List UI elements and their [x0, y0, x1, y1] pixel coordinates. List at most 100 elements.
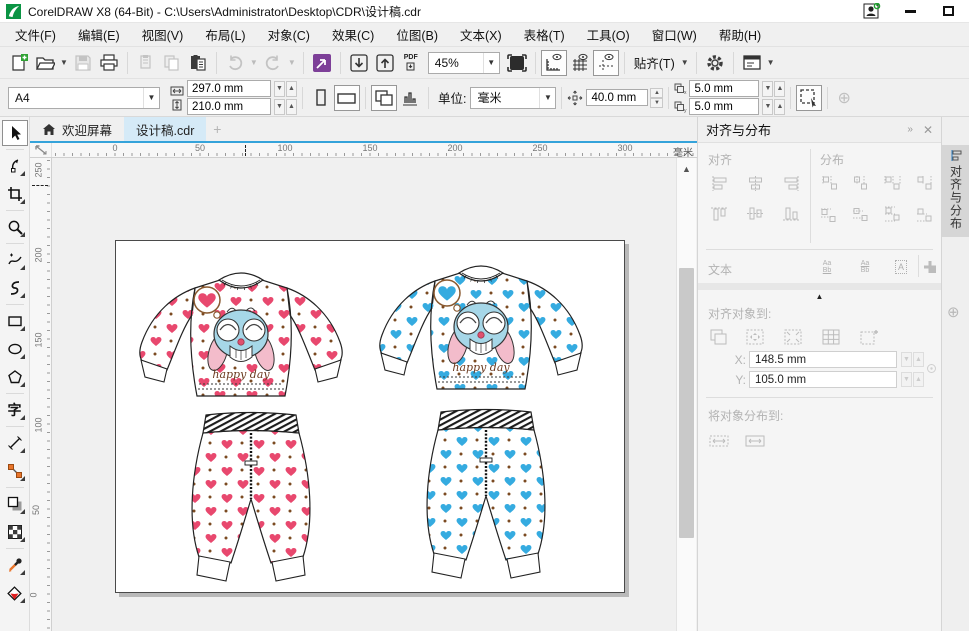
tab-welcome-screen[interactable]: 欢迎屏幕 [30, 117, 124, 141]
open-dropdown[interactable]: ▼ [58, 58, 70, 67]
distribute-to-selection-button[interactable] [704, 429, 734, 453]
distribute-center-v-button[interactable] [846, 201, 874, 225]
interactive-fill-tool[interactable] [2, 580, 28, 606]
redo-button[interactable] [260, 50, 286, 76]
distribute-to-page-button[interactable] [740, 429, 770, 453]
menu-tools[interactable]: 工具(O) [576, 22, 641, 47]
align-x-field[interactable] [749, 351, 897, 368]
drop-shadow-tool[interactable] [2, 491, 28, 517]
shape-tool[interactable] [2, 153, 28, 179]
print-button[interactable] [96, 50, 122, 76]
document-page[interactable]: happy day [115, 240, 625, 593]
options-button[interactable] [702, 50, 728, 76]
rectangle-tool[interactable] [2, 308, 28, 334]
menu-object[interactable]: 对象(C) [257, 22, 321, 47]
copy-button[interactable] [159, 50, 185, 76]
align-right-button[interactable] [776, 171, 806, 195]
canvas[interactable]: happy day [52, 158, 676, 631]
treat-as-filled-button[interactable] [796, 85, 822, 111]
ellipse-tool[interactable] [2, 336, 28, 362]
snap-to-dropdown[interactable]: ▼ [679, 58, 691, 67]
align-left-button[interactable] [704, 171, 734, 195]
zoom-level-combo[interactable]: 45% ▼ [428, 52, 500, 74]
window-options-dropdown[interactable]: ▼ [765, 58, 777, 67]
units-dropdown-arrow[interactable]: ▼ [539, 88, 555, 108]
all-pages-button[interactable] [371, 85, 397, 111]
text-baseline-first-button[interactable]: AaBb [810, 255, 844, 279]
show-guidelines-toggle[interactable] [593, 50, 619, 76]
align-top-button[interactable] [704, 201, 734, 225]
distribute-spacing-h-button[interactable] [878, 171, 906, 195]
menu-text[interactable]: 文本(X) [449, 22, 513, 47]
redo-dropdown[interactable]: ▼ [286, 58, 298, 67]
new-tab-button[interactable]: + [206, 117, 228, 141]
docker-close-button[interactable]: ✕ [923, 123, 933, 137]
align-to-point-button[interactable] [854, 325, 884, 349]
align-center-v-button[interactable] [740, 201, 770, 225]
align-to-page-center-button[interactable] [778, 325, 808, 349]
polygon-tool[interactable] [2, 364, 28, 390]
window-options-button[interactable] [739, 50, 765, 76]
menu-help[interactable]: 帮助(H) [708, 22, 772, 47]
align-center-h-button[interactable] [740, 171, 770, 195]
align-to-grid-button[interactable] [816, 325, 846, 349]
distribute-left-button[interactable] [814, 171, 842, 195]
fullscreen-preview-button[interactable] [504, 50, 530, 76]
align-to-active-objects-button[interactable] [704, 325, 734, 349]
align-y-field[interactable] [749, 371, 897, 388]
account-button[interactable] [857, 2, 887, 21]
docker-quick-customize-button[interactable]: ⊕ [947, 303, 960, 321]
align-to-page-edge-button[interactable] [740, 325, 770, 349]
align-y-spinner[interactable]: ▼▲ [900, 372, 924, 387]
units-combo[interactable]: 毫米 ▼ [470, 87, 556, 109]
undo-button[interactable] [222, 50, 248, 76]
import-button[interactable] [346, 50, 372, 76]
page-width-field[interactable] [187, 80, 271, 97]
nudge-spinner[interactable]: ▲▼ [650, 88, 663, 108]
page-size-dropdown-arrow[interactable]: ▼ [143, 88, 159, 108]
menu-bitmaps[interactable]: 位图(B) [385, 22, 449, 47]
quick-customize-button[interactable]: ⊕ [837, 88, 850, 108]
menu-view[interactable]: 视图(V) [131, 22, 195, 47]
scroll-up-button[interactable]: ▲ [678, 160, 695, 177]
open-button[interactable] [32, 50, 58, 76]
pajama-set-blue[interactable] [380, 266, 583, 578]
duplicate-x-field[interactable] [689, 80, 759, 97]
ruler-origin-button[interactable] [30, 143, 52, 157]
text-tool[interactable]: 字 [2, 397, 28, 423]
pick-tool[interactable] [2, 120, 28, 146]
menu-file[interactable]: 文件(F) [4, 22, 67, 47]
export-button[interactable] [372, 50, 398, 76]
maximize-button[interactable] [933, 2, 963, 21]
snap-to-label[interactable]: 贴齐(T) [634, 53, 675, 72]
distribute-bottom-button[interactable] [910, 201, 938, 225]
page-size-combo[interactable]: A4 ▼ [8, 87, 160, 109]
menu-edit[interactable]: 编辑(E) [67, 22, 131, 47]
docker-tab-align-distribute[interactable]: 对齐与分布 [942, 145, 969, 237]
zoom-tool[interactable] [2, 214, 28, 240]
horizontal-ruler[interactable]: 0 50 100 150 200 250 300 毫米 [30, 143, 697, 158]
pajama-set-pink[interactable] [140, 273, 343, 581]
duplicate-y-spinner[interactable]: ▼▲ [761, 99, 785, 115]
distribute-center-h-button[interactable] [846, 171, 874, 195]
docker-collapse-arrow[interactable]: ▲ [816, 292, 824, 301]
landscape-button[interactable] [334, 85, 360, 111]
menu-effects[interactable]: 效果(C) [321, 22, 385, 47]
dimension-tool[interactable] [2, 430, 28, 456]
scrollbar-thumb[interactable] [679, 268, 694, 538]
align-x-spinner[interactable]: ▼▲ [900, 352, 924, 367]
transparency-tool[interactable] [2, 519, 28, 545]
show-grid-toggle[interactable] [567, 50, 593, 76]
distribute-spacing-v-button[interactable] [878, 201, 906, 225]
color-eyedropper-tool[interactable] [2, 552, 28, 578]
docker-expand-button[interactable]: » [907, 124, 913, 135]
current-page-button[interactable] [397, 85, 423, 111]
portrait-button[interactable] [308, 85, 334, 111]
tab-document[interactable]: 设计稿.cdr [124, 117, 206, 141]
page-height-field[interactable] [187, 98, 271, 115]
vertical-ruler[interactable]: 250 200 150 100 50 0 [30, 158, 52, 631]
duplicate-y-field[interactable] [689, 98, 759, 115]
vertical-scrollbar[interactable]: ▲ [676, 158, 696, 631]
text-bounding-box-button[interactable]: A [886, 255, 916, 279]
save-button[interactable] [70, 50, 96, 76]
